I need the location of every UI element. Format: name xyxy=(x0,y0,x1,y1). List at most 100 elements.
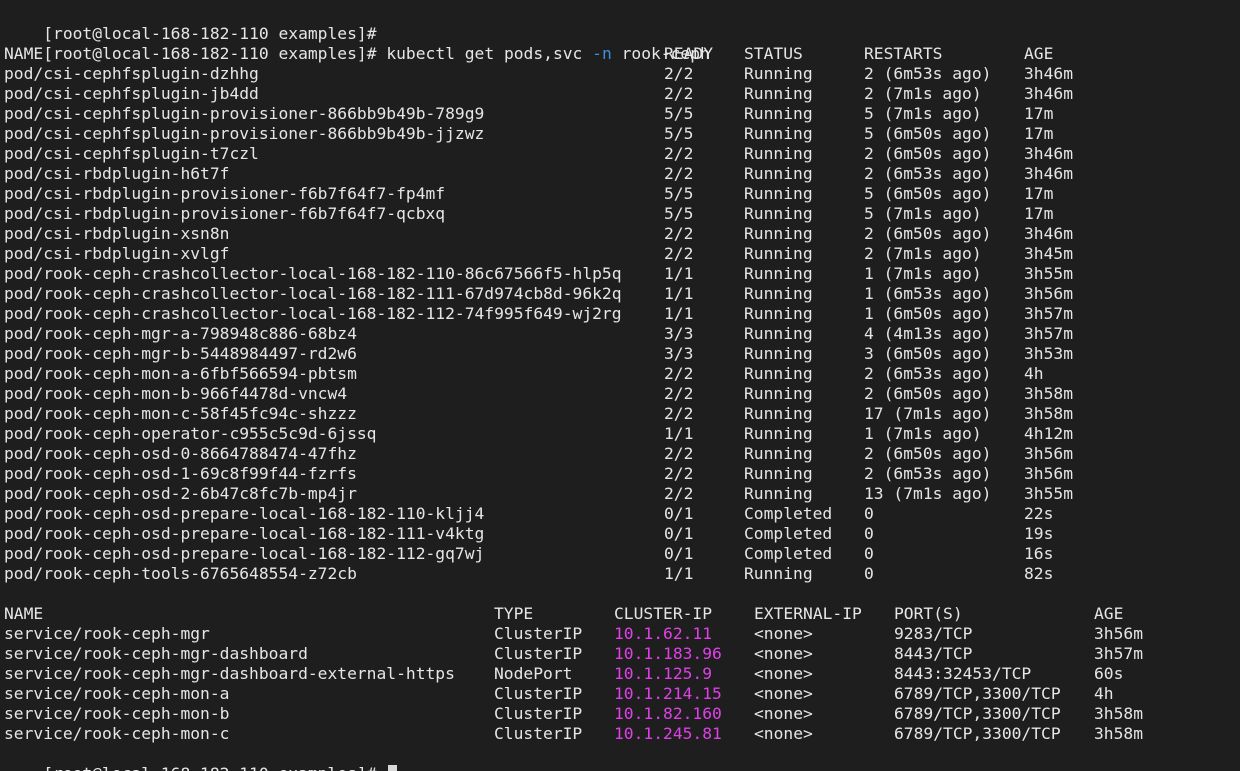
pod-status: Running xyxy=(744,364,813,383)
pod-row: pod/rook-ceph-crashcollector-local-168-1… xyxy=(4,264,1234,284)
pod-name: pod/csi-cephfsplugin-provisioner-866bb9b… xyxy=(4,104,485,123)
pod-row: pod/csi-cephfsplugin-t7czl 2/2 Running 2 (6… xyxy=(4,144,1234,164)
pod-row: pod/csi-cephfsplugin-jb4dd 2/2 Running 2 (7… xyxy=(4,84,1234,104)
pod-row: pod/rook-ceph-osd-prepare-local-168-182-… xyxy=(4,524,1234,544)
pod-status: Running xyxy=(744,344,813,363)
pods-column-header: RESTARTS xyxy=(864,44,943,63)
pod-ready: 1/1 xyxy=(664,304,694,323)
pod-ready: 0/1 xyxy=(664,524,694,543)
pod-row: pod/rook-ceph-tools-6765648554-z72cb 1/1 R… xyxy=(4,564,1234,584)
service-ports: 9283/TCP xyxy=(894,624,973,643)
pod-status: Running xyxy=(744,224,813,243)
service-row: service/rook-ceph-mon-a ClusterIP 10.1.214… xyxy=(4,684,1234,704)
pods-column-header: READY xyxy=(664,44,714,63)
service-cluster-ip: 10.1.62.11 xyxy=(614,624,713,643)
pod-row: pod/rook-ceph-operator-c955c5c9d-6jssq 1/… xyxy=(4,424,1234,444)
pod-age: 3h46m xyxy=(1024,164,1074,183)
pod-restarts: 13 (7m1s ago) xyxy=(864,484,992,503)
pod-age: 3h53m xyxy=(1024,344,1074,363)
pod-restarts: 1 (6m53s ago) xyxy=(864,284,992,303)
pod-ready: 1/1 xyxy=(664,284,694,303)
pod-name: pod/rook-ceph-operator-c955c5c9d-6jssq xyxy=(4,424,377,443)
pod-row: pod/rook-ceph-osd-0-8664788474-47fhz 2/2 R… xyxy=(4,444,1234,464)
pod-age: 17m xyxy=(1024,204,1054,223)
pod-name: pod/rook-ceph-osd-2-6b47c8fc7b-mp4jr xyxy=(4,484,357,503)
pod-ready: 1/1 xyxy=(664,564,694,583)
pod-name: pod/csi-cephfsplugin-dzhhg xyxy=(4,64,259,83)
pod-restarts: 5 (7m1s ago) xyxy=(864,104,982,123)
pod-ready: 5/5 xyxy=(664,104,694,123)
pod-ready: 2/2 xyxy=(664,244,694,263)
pod-row: pod/csi-rbdplugin-xsn8n 2/2 Running 2 (6m50… xyxy=(4,224,1234,244)
service-cluster-ip: 10.1.183.96 xyxy=(614,644,722,663)
pod-age: 82s xyxy=(1024,564,1054,583)
services-column-header: CLUSTER-IP xyxy=(614,604,713,623)
pod-age: 3h57m xyxy=(1024,324,1074,343)
pod-row: pod/csi-cephfsplugin-provisioner-866bb9b… xyxy=(4,124,1234,144)
pod-row: pod/rook-ceph-mgr-a-798948c886-68bz4 3/3 R… xyxy=(4,324,1234,344)
pod-name: pod/rook-ceph-crashcollector-local-168-1… xyxy=(4,284,622,303)
text-cursor xyxy=(388,765,398,771)
pod-name: pod/csi-cephfsplugin-provisioner-866bb9b… xyxy=(4,124,485,143)
pod-restarts: 5 (6m50s ago) xyxy=(864,124,992,143)
service-cluster-ip: 10.1.125.9 xyxy=(614,664,713,683)
pod-name: pod/rook-ceph-osd-1-69c8f99f44-fzrfs xyxy=(4,464,357,483)
pod-status: Completed xyxy=(744,544,833,563)
pod-name: pod/csi-rbdplugin-xvlgf xyxy=(4,244,230,263)
service-type: NodePort xyxy=(494,664,573,683)
pod-name: pod/csi-rbdplugin-provisioner-f6b7f64f7-… xyxy=(4,204,446,223)
services-column-header: TYPE xyxy=(494,604,534,623)
pod-age: 3h57m xyxy=(1024,304,1074,323)
pod-row: pod/rook-ceph-osd-2-6b47c8fc7b-mp4jr 2/2 R… xyxy=(4,484,1234,504)
pod-row: pod/rook-ceph-osd-prepare-local-168-182-… xyxy=(4,504,1234,524)
pod-age: 17m xyxy=(1024,124,1054,143)
terminal-window[interactable]: [root@local-168-182-110 examples]# [root… xyxy=(0,0,1240,771)
service-row: service/rook-ceph-mon-b ClusterIP 10.1.82.… xyxy=(4,704,1234,724)
service-age: 60s xyxy=(1094,664,1124,683)
pod-age: 17m xyxy=(1024,104,1054,123)
service-external-ip: <none> xyxy=(754,704,813,723)
pod-restarts: 1 (7m1s ago) xyxy=(864,424,982,443)
pods-column-header: AGE xyxy=(1024,44,1054,63)
pod-ready: 3/3 xyxy=(664,344,694,363)
pod-status: Running xyxy=(744,284,813,303)
pod-ready: 1/1 xyxy=(664,424,694,443)
pod-row: pod/rook-ceph-mon-c-58f45fc94c-shzzz 2/2 R… xyxy=(4,404,1234,424)
service-name: service/rook-ceph-mon-c xyxy=(4,724,230,743)
pod-age: 3h58m xyxy=(1024,384,1074,403)
pod-status: Running xyxy=(744,124,813,143)
pod-name: pod/csi-cephfsplugin-jb4dd xyxy=(4,84,259,103)
pod-name: pod/rook-ceph-mon-b-966f4478d-vncw4 xyxy=(4,384,348,403)
pod-status: Running xyxy=(744,404,813,423)
pod-row: pod/rook-ceph-crashcollector-local-168-1… xyxy=(4,284,1234,304)
pod-age: 16s xyxy=(1024,544,1054,563)
pod-name: pod/rook-ceph-mon-a-6fbf566594-pbtsm xyxy=(4,364,357,383)
service-cluster-ip: 10.1.245.81 xyxy=(614,724,722,743)
pod-row: pod/csi-cephfsplugin-dzhhg 2/2 Running 2 (6… xyxy=(4,64,1234,84)
pod-age: 3h45m xyxy=(1024,244,1074,263)
services-column-header: EXTERNAL-IP xyxy=(754,604,862,623)
pod-row: pod/rook-ceph-osd-1-69c8f99f44-fzrfs 2/2 R… xyxy=(4,464,1234,484)
pod-ready: 3/3 xyxy=(664,324,694,343)
pod-age: 3h55m xyxy=(1024,264,1074,283)
pod-status: Completed xyxy=(744,524,833,543)
service-row: service/rook-ceph-mgr-dashboard ClusterIP… xyxy=(4,644,1234,664)
services-header-row: NAME TYPE CLUSTER-IP EXTERNAL-IP PORT(S) AGE xyxy=(4,604,1234,624)
pod-status: Running xyxy=(744,264,813,283)
pod-status: Completed xyxy=(744,504,833,523)
pod-name: pod/rook-ceph-mgr-a-798948c886-68bz4 xyxy=(4,324,357,343)
pod-restarts: 0 xyxy=(864,524,874,543)
pod-restarts: 17 (7m1s ago) xyxy=(864,404,992,423)
service-external-ip: <none> xyxy=(754,664,813,683)
pod-status: Running xyxy=(744,164,813,183)
active-prompt-line[interactable]: [root@local-168-182-110 examples]# xyxy=(4,744,398,771)
service-row: service/rook-ceph-mon-c ClusterIP 10.1.245… xyxy=(4,724,1234,744)
pod-row: pod/rook-ceph-mon-a-6fbf566594-pbtsm 2/2 R… xyxy=(4,364,1234,384)
pod-restarts: 2 (6m50s ago) xyxy=(864,144,992,163)
pod-name: pod/rook-ceph-osd-0-8664788474-47fhz xyxy=(4,444,357,463)
service-ports: 6789/TCP,3300/TCP xyxy=(894,704,1061,723)
pod-restarts: 2 (6m53s ago) xyxy=(864,164,992,183)
service-row: service/rook-ceph-mgr ClusterIP 10.1.62.11… xyxy=(4,624,1234,644)
pod-row: pod/rook-ceph-crashcollector-local-168-1… xyxy=(4,304,1234,324)
pod-name: pod/csi-rbdplugin-provisioner-f6b7f64f7-… xyxy=(4,184,446,203)
